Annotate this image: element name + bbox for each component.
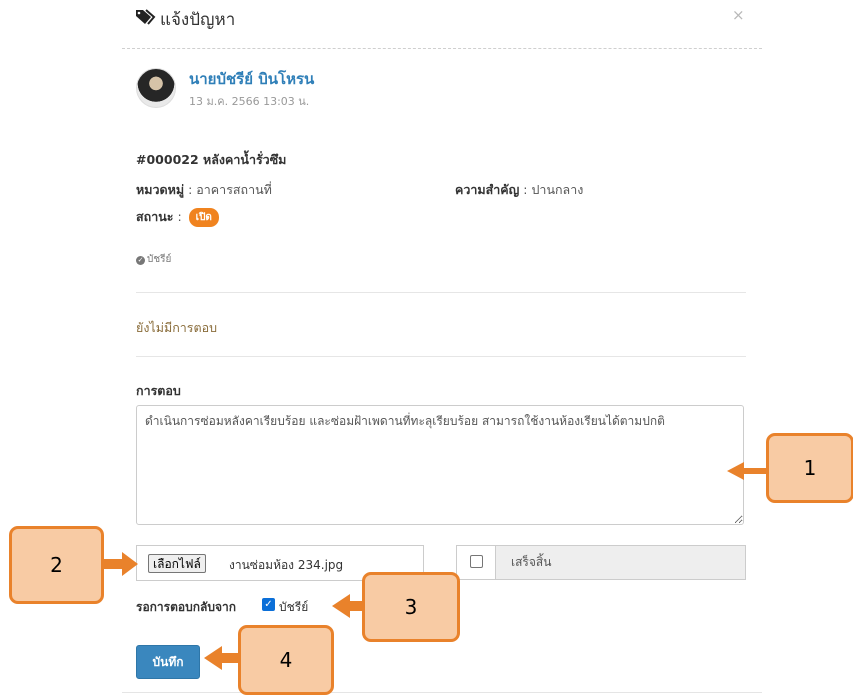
divider [136, 356, 746, 357]
done-checkbox[interactable] [470, 555, 483, 568]
priority-value: ปานกลาง [531, 182, 584, 197]
status-field: สถานะ : เปิด [136, 207, 219, 227]
callout-4: 4 [238, 625, 334, 695]
avatar [136, 68, 176, 108]
modal-title: แจ้งปัญหา [160, 10, 236, 30]
await-reply-checkbox[interactable]: ✓ [262, 598, 275, 611]
callout-arrow-2 [104, 552, 138, 576]
reply-textarea[interactable]: ดำเนินการซ่อมหลังคาเรียบร้อย และซ่อมฝ้าเ… [136, 405, 744, 525]
done-field [456, 545, 746, 580]
status-badge: เปิด [188, 208, 219, 227]
priority-field: ความสำคัญ : ปานกลาง [455, 182, 584, 197]
close-button[interactable]: × [732, 6, 745, 24]
category-field: หมวดหมู่ : อาคารสถานที่ [136, 182, 272, 197]
status-label: สถานะ [136, 209, 174, 224]
assignee-tag: ✓ บัชรีย์ [136, 252, 171, 267]
callout-arrow-4 [204, 646, 238, 670]
await-reply-label: รอการตอบกลับจาก [136, 600, 236, 614]
tag-icon [136, 9, 156, 25]
post-timestamp: 13 ม.ค. 2566 13:03 น. [189, 95, 310, 108]
category-value: อาคารสถานที่ [196, 182, 272, 197]
callout-2: 2 [9, 526, 104, 604]
choose-file-button[interactable]: เลือกไฟล์ [148, 554, 206, 573]
callout-arrow-3 [332, 594, 362, 618]
await-reply-user: บัชรีย์ [279, 600, 309, 614]
category-label: หมวดหมู่ [136, 182, 185, 197]
author-name[interactable]: นายบัชรีย์ บินโหรน [189, 67, 314, 91]
selected-file-name: งานซ่อมห้อง 234.jpg [229, 558, 344, 572]
callout-3: 3 [362, 572, 460, 642]
no-reply-text: ยังไม่มีการตอบ [136, 320, 218, 335]
header-divider [122, 48, 762, 49]
reply-label: การตอบ [136, 383, 181, 398]
ticket-title: #000022 หลังคาน้ำรั่วซึม [136, 152, 287, 167]
check-circle-icon: ✓ [136, 256, 145, 265]
save-button[interactable]: บันทึก [136, 645, 200, 679]
done-label: เสร็จสิ้น [511, 555, 552, 569]
divider [136, 292, 746, 293]
footer-divider [122, 692, 762, 693]
callout-1: 1 [766, 433, 853, 503]
assignee-tag-label: บัชรีย์ [147, 254, 172, 265]
priority-label: ความสำคัญ [455, 182, 520, 197]
